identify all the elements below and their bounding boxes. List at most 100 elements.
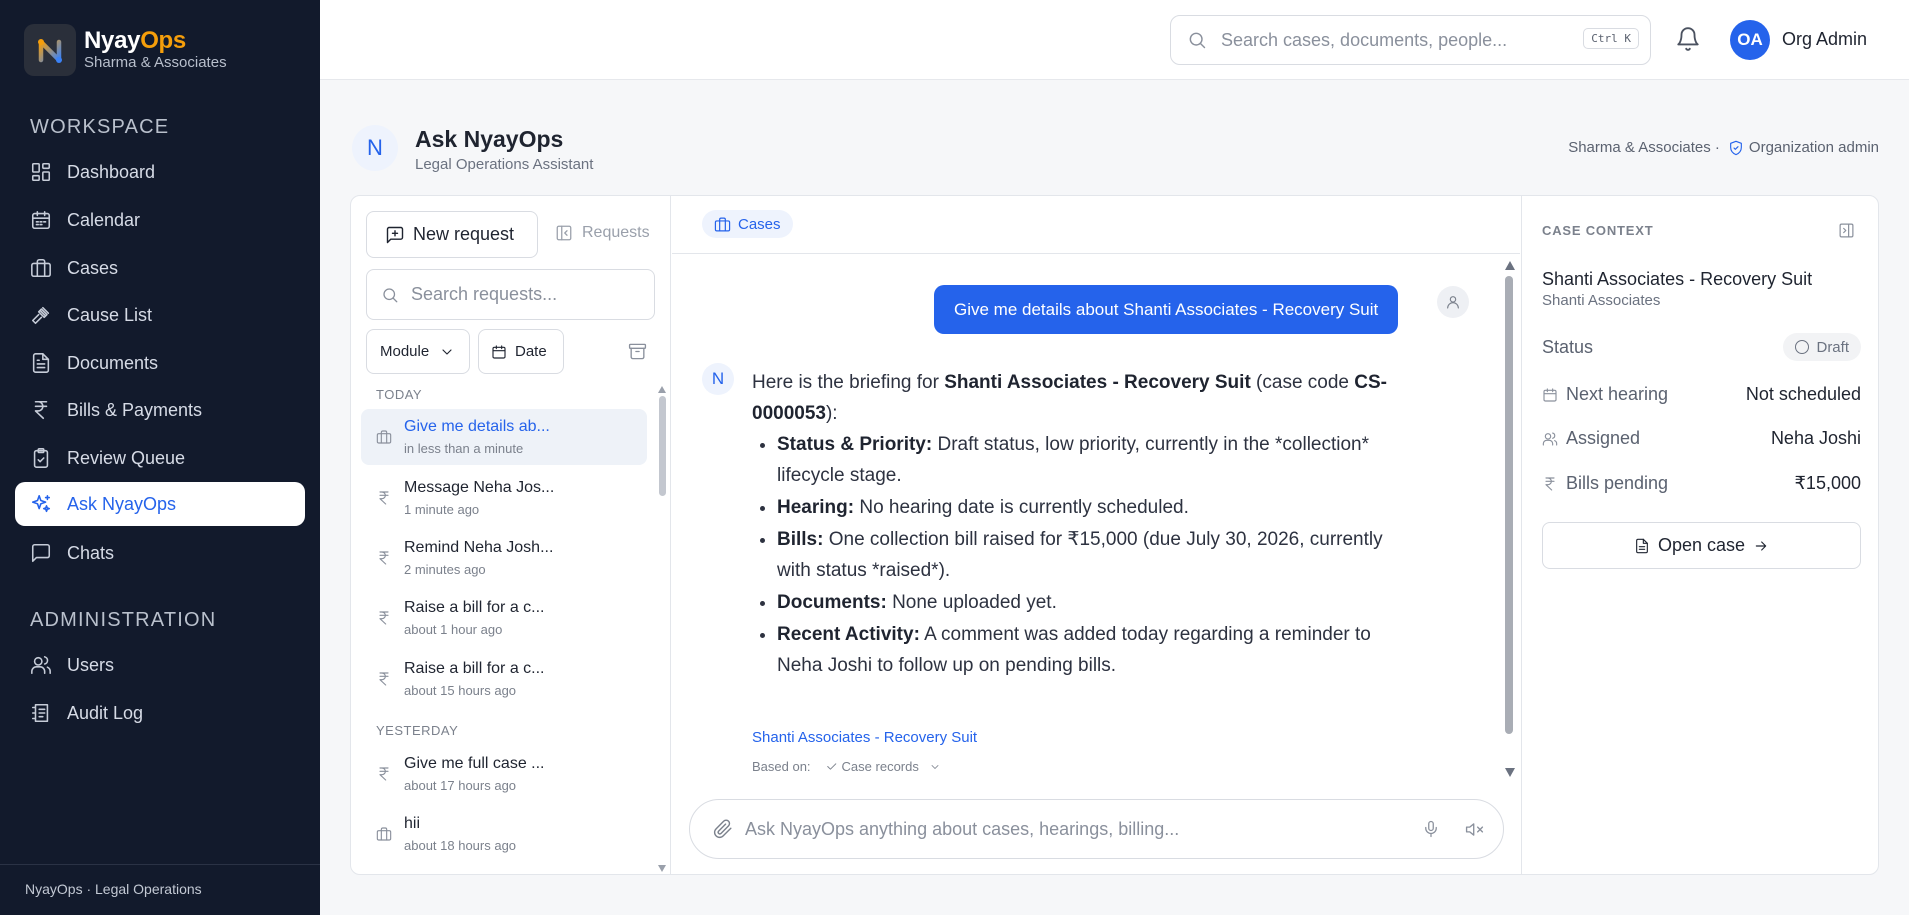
request-search-input[interactable] xyxy=(411,284,641,305)
chat-scrollbar[interactable] xyxy=(1505,276,1513,734)
bills-pending-value: ₹15,000 xyxy=(1794,473,1861,493)
request-item[interactable]: Message Neha Jos... 1 minute ago xyxy=(361,470,647,526)
new-message-icon xyxy=(386,226,404,243)
nav-label: Cause List xyxy=(67,304,153,325)
scroll-down-arrow-icon[interactable] xyxy=(1505,768,1515,777)
nav-label: Users xyxy=(67,654,115,675)
scroll-down-arrow-icon[interactable] xyxy=(658,865,666,872)
nav-dashboard[interactable]: Dashboard xyxy=(15,150,305,194)
sidebar-footer: NyayOps · Legal Operations xyxy=(0,864,320,915)
global-search[interactable]: Ctrl K xyxy=(1170,15,1651,65)
date-filter[interactable]: Date xyxy=(478,329,564,374)
audit-log-icon xyxy=(31,703,49,723)
new-request-label: New request xyxy=(413,224,515,244)
nyayops-logo-icon xyxy=(24,24,76,76)
group-today: TODAY xyxy=(376,387,423,402)
rupee-icon xyxy=(379,767,389,781)
check-icon xyxy=(826,763,836,770)
request-item[interactable]: Give me details ab... in less than a min… xyxy=(361,409,647,465)
microphone-icon[interactable] xyxy=(1422,820,1440,838)
bills-pending-label: Bills pending xyxy=(1566,473,1669,493)
brand[interactable]: NyayOps Sharma & Associates xyxy=(24,24,227,76)
rupee-icon xyxy=(379,491,389,505)
response-intro: Here is the briefing for Shanti Associat… xyxy=(752,367,1412,429)
response-bullets: Status & Priority: Draft status, low pri… xyxy=(752,429,1412,681)
nav-label: Chats xyxy=(67,542,115,563)
page-title: Ask NyayOps xyxy=(415,126,564,152)
nav-label: Review Queue xyxy=(67,447,186,468)
panel-right-close-icon[interactable] xyxy=(1838,222,1855,239)
workspace-section-label: WORKSPACE xyxy=(30,116,170,138)
shortcut-hint: Ctrl K xyxy=(1583,28,1639,49)
paperclip-icon[interactable] xyxy=(713,819,733,839)
request-item[interactable]: Give me full case ... about 17 hours ago xyxy=(361,746,647,802)
briefcase-icon xyxy=(376,430,392,444)
request-item[interactable]: hii about 18 hours ago xyxy=(361,806,647,862)
response-bullet: Status & Priority: Draft status, low pri… xyxy=(777,429,1412,491)
requests-toggle-button[interactable]: Requests xyxy=(555,224,650,242)
scroll-up-arrow-icon[interactable] xyxy=(658,386,666,393)
org-label: Sharma & Associates · xyxy=(1568,139,1720,156)
calendar-icon xyxy=(492,344,506,359)
circle-icon xyxy=(1795,340,1810,354)
module-chip[interactable]: Cases xyxy=(702,210,793,238)
response-bullet: Recent Activity: A comment was added tod… xyxy=(777,619,1412,681)
next-hearing-value: Not scheduled xyxy=(1745,384,1861,404)
avatar[interactable]: OA xyxy=(1730,20,1770,60)
module-chip-label: Cases xyxy=(738,215,781,233)
nav-review-queue[interactable]: Review Queue xyxy=(15,436,305,480)
request-title: Raise a bill for a c... xyxy=(404,599,545,616)
bullet-label: Status & Priority: xyxy=(777,434,933,455)
nav-cases[interactable]: Cases xyxy=(15,246,305,290)
nav-documents[interactable]: Documents xyxy=(15,341,305,385)
search-icon xyxy=(1189,32,1206,49)
case-client: Shanti Associates xyxy=(1542,292,1661,309)
nav-label: Bills & Payments xyxy=(67,399,203,420)
nav-cause-list[interactable]: Cause List xyxy=(15,293,305,337)
rupee-icon xyxy=(1545,476,1555,491)
nav-ask-nyayops[interactable]: Ask NyayOps xyxy=(15,482,305,526)
request-item[interactable]: Raise a bill for a c... about 15 hours a… xyxy=(361,651,647,707)
sparkles-icon xyxy=(31,494,51,513)
calendar-icon xyxy=(1543,387,1557,402)
open-case-button[interactable]: Open case xyxy=(1542,522,1861,569)
intro-case: Shanti Associates - Recovery Suit xyxy=(944,372,1251,393)
message-input[interactable] xyxy=(745,818,1385,840)
role-label: Organization admin xyxy=(1748,139,1879,156)
next-hearing-label: Next hearing xyxy=(1566,384,1669,404)
request-item[interactable]: Raise a bill for a c... about 1 hour ago xyxy=(361,590,647,646)
nav-bills-payments[interactable]: Bills & Payments xyxy=(15,388,305,432)
request-title: Give me details ab... xyxy=(404,418,550,435)
intro-mid: (case code xyxy=(1250,372,1355,393)
request-time: about 15 hours ago xyxy=(404,683,517,698)
request-search[interactable] xyxy=(366,269,655,320)
bullet-label: Hearing: xyxy=(777,497,855,518)
request-item[interactable]: Remind Neha Josh... 2 minutes ago xyxy=(361,530,647,586)
archive-icon[interactable] xyxy=(628,342,647,361)
nav-chats[interactable]: Chats xyxy=(15,531,305,575)
scroll-up-arrow-icon[interactable] xyxy=(1505,261,1515,270)
module-filter[interactable]: Module xyxy=(366,329,470,374)
shield-check-icon xyxy=(1730,140,1742,155)
source-case-link[interactable]: Shanti Associates - Recovery Suit xyxy=(752,729,977,746)
response-bullet: Documents: None uploaded yet. xyxy=(777,587,1412,618)
chevron-down-icon[interactable] xyxy=(929,761,941,773)
new-request-button[interactable]: New request xyxy=(366,211,538,258)
nav-calendar[interactable]: Calendar xyxy=(15,198,305,242)
nav-users[interactable]: Users xyxy=(15,643,305,687)
speaker-mute-icon[interactable] xyxy=(1465,820,1484,839)
based-on: Based on: Case records xyxy=(752,759,941,774)
briefcase-icon xyxy=(31,258,51,278)
assistant-panel: New request Requests Module Date TODAY G… xyxy=(350,195,1879,875)
user-avatar xyxy=(1437,286,1469,318)
case-context-panel: CASE CONTEXT Shanti Associates - Recover… xyxy=(1521,196,1878,874)
document-icon xyxy=(1636,538,1648,553)
user-name[interactable]: Org Admin xyxy=(1782,29,1867,50)
bell-icon[interactable] xyxy=(1675,26,1701,52)
nav-audit-log[interactable]: Audit Log xyxy=(15,691,305,735)
message-composer xyxy=(689,799,1504,859)
assigned-label: Assigned xyxy=(1566,428,1641,448)
gavel-icon xyxy=(31,306,50,325)
requests-scrollbar[interactable] xyxy=(659,396,666,496)
global-search-input[interactable] xyxy=(1221,29,1561,51)
